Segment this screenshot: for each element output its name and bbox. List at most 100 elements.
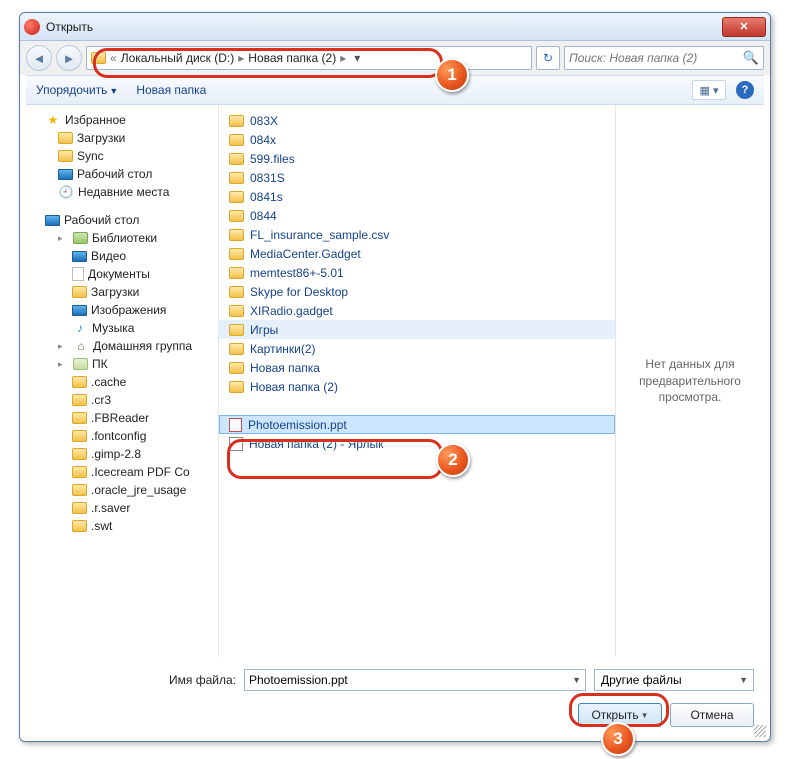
view-mode-button[interactable]: ▦ ▾ [692,80,726,100]
folder-icon [229,362,244,374]
list-item[interactable]: Новая папка [219,358,615,377]
footer: Имя файла: ▼ Другие файлы ▼ Открыть▼ Отм… [26,663,764,737]
list-item[interactable]: memtest86+-5.01 [219,263,615,282]
open-dialog: Открыть ✕ ◄ ► « Локальный диск (D:) ▸ Но… [19,12,771,742]
help-button[interactable]: ? [736,81,754,99]
list-item[interactable]: MediaCenter.Gadget [219,244,615,263]
tree-item[interactable]: ♪Музыка [28,319,216,337]
list-item[interactable]: 599.files [219,149,615,168]
tree-item[interactable]: Загрузки [28,283,216,301]
tree-item[interactable]: .gimp-2.8 [28,445,216,463]
tree-item[interactable]: Видео [28,247,216,265]
tree-item[interactable]: Документы [28,265,216,283]
tree-libraries[interactable]: ▸Библиотеки [28,229,216,247]
folder-icon [229,115,244,127]
tree-item[interactable]: 🕘Недавние места [28,183,216,201]
open-button[interactable]: Открыть▼ [578,703,662,727]
nav-bar: ◄ ► « Локальный диск (D:) ▸ Новая папка … [20,41,770,75]
search-box[interactable]: 🔍 [564,46,764,70]
list-item[interactable]: XIRadio.gadget [219,301,615,320]
filename-label: Имя файла: [36,673,236,687]
libraries-icon [73,232,88,244]
filename-input[interactable]: ▼ [244,669,586,691]
list-item-selected[interactable]: Photoemission.ppt [219,415,615,434]
breadcrumb-item[interactable]: Локальный диск (D:) [121,51,235,65]
tree-pc[interactable]: ▸ПК [28,355,216,373]
tree-desktop[interactable]: Рабочий стол [28,211,216,229]
tree-item[interactable]: .cr3 [28,391,216,409]
video-icon [72,251,87,262]
list-item[interactable]: 0831S [219,168,615,187]
file-list[interactable]: 083X 084x 599.files 0831S 0841s 0844 FL_… [218,105,616,657]
folder-icon [72,520,87,532]
close-button[interactable]: ✕ [722,17,766,37]
filename-field[interactable] [249,673,581,687]
tree-item[interactable]: Изображения [28,301,216,319]
back-button[interactable]: ◄ [26,45,52,71]
tree-item[interactable]: .fontconfig [28,427,216,445]
list-item[interactable]: 084x [219,130,615,149]
desktop-icon [45,215,60,226]
tree-homegroup[interactable]: ▸⌂Домашняя группа [28,337,216,355]
folder-icon [72,448,87,460]
tree-item[interactable]: Загрузки [28,129,216,147]
opera-icon [24,19,40,35]
organize-menu[interactable]: Упорядочить▼ [36,83,118,97]
preview-pane: Нет данных для предварительного просмотр… [616,105,764,657]
list-item[interactable]: 0841s [219,187,615,206]
folder-icon [229,172,244,184]
folder-icon [229,381,244,393]
address-dropdown[interactable]: ▾ [350,51,364,65]
list-item[interactable]: Новая папка (2) [219,377,615,396]
folder-icon [72,502,87,514]
tree-item[interactable]: .r.saver [28,499,216,517]
filetype-select[interactable]: Другие файлы ▼ [594,669,754,691]
homegroup-icon: ⌂ [73,339,89,353]
folder-icon [72,376,87,388]
list-item[interactable]: Новая папка (2) - Ярлык [219,434,615,453]
music-icon: ♪ [72,321,88,335]
preview-empty-text: Нет данных для предварительного просмотр… [626,356,754,406]
folder-icon [229,191,244,203]
address-bar[interactable]: « Локальный диск (D:) ▸ Новая папка (2) … [86,46,532,70]
pc-icon [73,358,88,370]
search-icon[interactable]: 🔍 [743,50,759,66]
folder-icon [58,132,73,144]
chevron-down-icon[interactable]: ▼ [739,675,748,685]
folder-icon [58,150,73,162]
search-input[interactable] [569,51,743,65]
breadcrumb-item[interactable]: Новая папка (2) [248,51,336,65]
pictures-icon [72,305,87,316]
folder-icon [72,466,87,478]
navigation-pane[interactable]: ★Избранное Загрузки Sync Рабочий стол 🕘Н… [26,105,218,657]
refresh-button[interactable]: ↻ [536,46,560,70]
folder-icon [229,134,244,146]
tree-item[interactable]: .swt [28,517,216,535]
cancel-button[interactable]: Отмена [670,703,754,727]
folder-icon [229,248,244,260]
list-item[interactable]: Skype for Desktop [219,282,615,301]
list-item[interactable]: 083X [219,111,615,130]
tree-item[interactable]: .cache [28,373,216,391]
tree-item[interactable]: Sync [28,147,216,165]
body-area: ★Избранное Загрузки Sync Рабочий стол 🕘Н… [26,105,764,657]
tree-item[interactable]: .FBReader [28,409,216,427]
tree-item[interactable]: .Icecream PDF Co [28,463,216,481]
titlebar[interactable]: Открыть ✕ [20,13,770,41]
tree-item[interactable]: Рабочий стол [28,165,216,183]
list-item[interactable]: FL_insurance_sample.csv [219,225,615,244]
resize-handle[interactable] [754,725,766,737]
new-folder-button[interactable]: Новая папка [136,83,206,97]
chevron-right-icon: ▸ [238,51,244,65]
folder-icon [72,430,87,442]
tree-item[interactable]: .oracle_jre_usage [28,481,216,499]
folder-icon [72,484,87,496]
folder-icon [72,286,87,298]
list-item[interactable]: Игры [219,320,615,339]
list-item[interactable]: Картинки(2) [219,339,615,358]
breadcrumb-prefix: « [110,51,117,65]
list-item[interactable]: 0844 [219,206,615,225]
tree-favorites[interactable]: ★Избранное [28,111,216,129]
forward-button[interactable]: ► [56,45,82,71]
chevron-down-icon[interactable]: ▼ [572,675,581,685]
